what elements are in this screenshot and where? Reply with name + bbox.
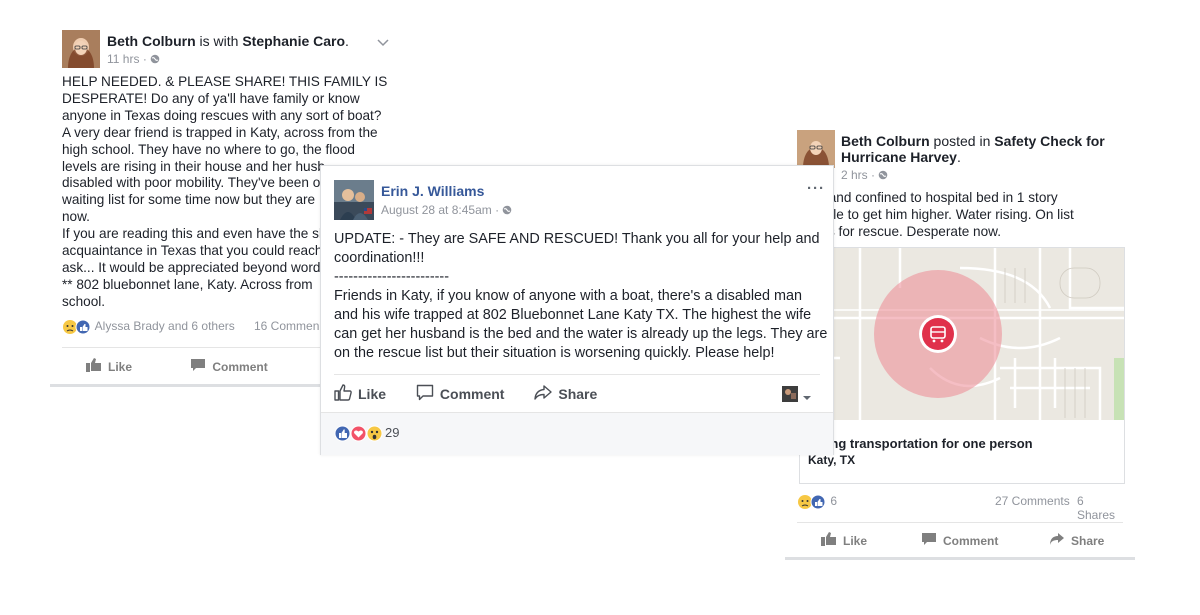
map[interactable] — [800, 248, 1124, 420]
timestamp[interactable]: 11 hrs — [107, 52, 139, 66]
reactions-names[interactable]: Alyssa Brady and 6 others — [95, 319, 235, 333]
reactions-bar: 6 27 Comments 6 Shares — [797, 494, 1123, 522]
reaction-count[interactable]: 6 — [830, 494, 837, 508]
reaction-icons[interactable] — [797, 494, 827, 510]
comments-count[interactable]: 16 Commen — [254, 319, 319, 333]
post-erin-update: Erin J. Williams August 28 at 8:45am · ·… — [320, 165, 834, 455]
chevron-down-icon[interactable] — [377, 34, 389, 52]
period: . — [345, 33, 349, 49]
share-label: Share — [1071, 533, 1105, 548]
comment-label: Comment — [439, 386, 505, 402]
globe-icon — [502, 204, 512, 218]
period: . — [956, 149, 961, 165]
card-title[interactable]: esting transportation for one person — [808, 436, 1033, 451]
comment-icon — [921, 532, 937, 549]
comment-icon — [190, 358, 206, 375]
separator: · — [495, 203, 500, 217]
thumbs-up-icon — [86, 358, 102, 375]
timestamp[interactable]: 2 hrs — [841, 168, 868, 182]
comment-button[interactable]: Comment — [921, 532, 998, 549]
like-label: Like — [843, 533, 868, 548]
action-bar: Like Comment Share — [334, 384, 597, 404]
share-icon — [534, 384, 553, 404]
with-text: is with — [199, 33, 239, 49]
post-text: UPDATE: - They are SAFE AND RESCUED! Tha… — [334, 231, 828, 361]
shares-count[interactable]: 6 Shares — [1077, 494, 1123, 522]
like-label: Like — [358, 386, 387, 402]
avatar[interactable] — [62, 30, 100, 68]
reaction-icons[interactable] — [62, 319, 92, 335]
separator: · — [871, 168, 876, 182]
comment-button[interactable]: Comment — [190, 358, 268, 375]
thumbs-up-icon — [821, 532, 837, 549]
caret-down-icon — [802, 388, 812, 406]
avatar[interactable] — [797, 130, 835, 168]
author-name[interactable]: Beth Colburn — [107, 33, 196, 49]
timestamp[interactable]: August 28 at 8:45am — [381, 203, 492, 217]
comment-icon — [416, 384, 434, 404]
globe-icon — [150, 53, 160, 67]
author-name[interactable]: Beth Colburn — [841, 133, 930, 149]
like-button[interactable]: Like — [334, 384, 386, 404]
separator: · — [142, 52, 147, 66]
post-beth-safety-check: Beth Colburn posted in Safety Check for … — [785, 122, 1135, 562]
divider — [334, 374, 820, 375]
post-text: Husband confined to hospital bed in 1 st… — [797, 190, 1074, 239]
action-bar: Like Comment — [86, 358, 268, 375]
share-label: Share — [558, 386, 598, 402]
action-bar: Like Comment Share — [821, 532, 1121, 549]
comments-count[interactable]: 27 Comments — [995, 494, 1070, 508]
post-header: Beth Colburn is with Stephanie Caro. — [107, 33, 349, 49]
like-button[interactable]: Like — [821, 532, 867, 549]
profile-thumbnail — [782, 386, 798, 407]
tagged-name[interactable]: Stephanie Caro — [242, 33, 345, 49]
like-label: Like — [108, 359, 133, 374]
share-button[interactable]: Share — [1049, 532, 1104, 549]
avatar[interactable] — [334, 180, 374, 220]
share-button[interactable]: Share — [534, 384, 597, 404]
post-time: 2 hrs · — [841, 168, 888, 183]
reactions-footer: 29 — [321, 412, 833, 455]
comment-label: Comment — [212, 359, 268, 374]
comment-label: Comment — [943, 533, 999, 548]
post-as-selector[interactable] — [782, 386, 812, 407]
comment-button[interactable]: Comment — [416, 384, 505, 404]
post-time: 11 hrs · — [107, 52, 160, 67]
card-location: Katy, TX — [808, 453, 856, 467]
post-time: August 28 at 8:45am · — [381, 203, 512, 218]
reaction-count[interactable]: 29 — [385, 425, 399, 440]
thumbs-up-icon — [334, 384, 352, 404]
divider — [797, 522, 1123, 523]
posted-in-text: posted in — [933, 133, 991, 149]
like-button[interactable]: Like — [86, 358, 132, 375]
post-header: Beth Colburn posted in Safety Check for … — [841, 133, 1131, 165]
globe-icon — [878, 169, 888, 183]
post-border — [785, 557, 1135, 560]
safety-check-card[interactable]: esting transportation for one person Kat… — [799, 247, 1125, 484]
more-options-icon[interactable]: ··· — [807, 180, 825, 197]
reaction-icons[interactable] — [334, 425, 384, 442]
author-name[interactable]: Erin J. Williams — [381, 183, 484, 199]
share-icon — [1049, 532, 1065, 549]
